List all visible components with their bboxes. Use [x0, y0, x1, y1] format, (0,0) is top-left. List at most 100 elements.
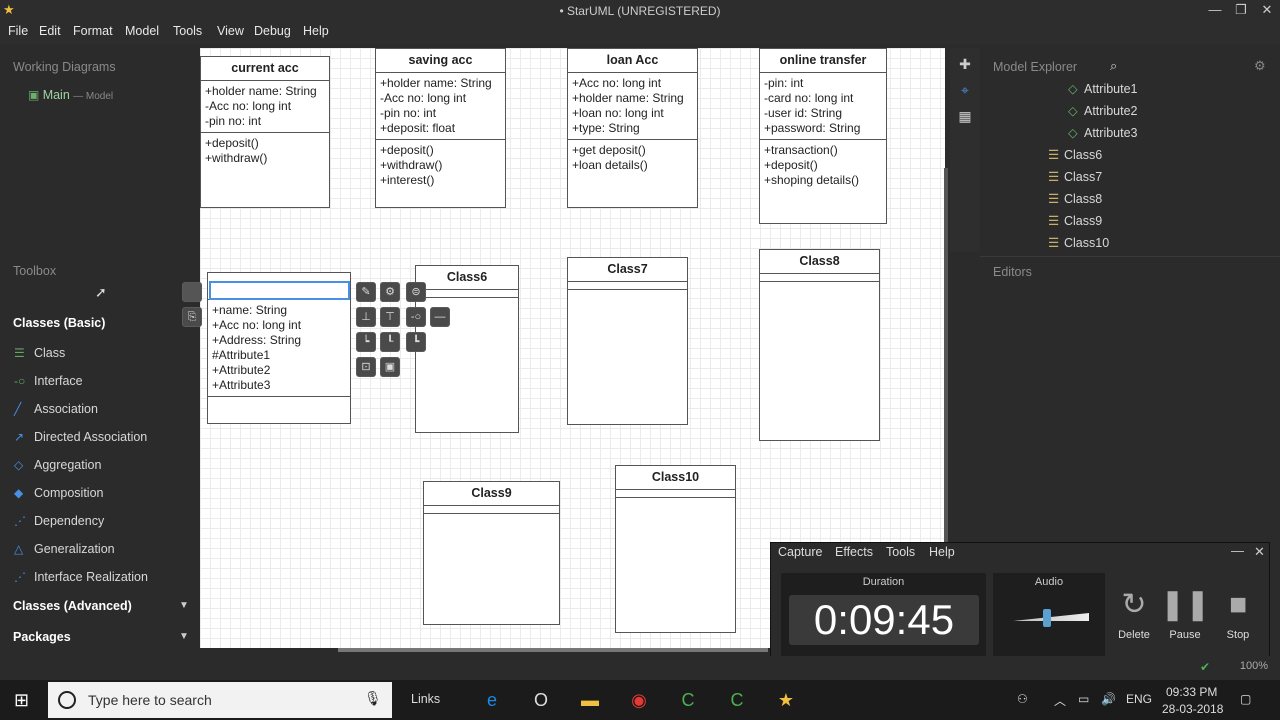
quick-edit-add-up-icon[interactable]: ⊥	[356, 307, 376, 327]
recorder-menu-capture[interactable]: Capture	[778, 545, 822, 559]
class-class6[interactable]: Class6	[415, 265, 519, 433]
quick-edit-blank-button[interactable]	[182, 282, 202, 302]
toolbox-item-dependency[interactable]: ⋰ Dependency	[14, 514, 104, 532]
tree-item-attribute3[interactable]: ◇ Attribute3	[1068, 125, 1138, 143]
maximize-button[interactable]: ❐	[1228, 2, 1254, 20]
pointer-tool-icon[interactable]: ➚	[95, 284, 107, 301]
tree-item-class6[interactable]: ☰ Class6	[1048, 147, 1102, 165]
toolbox-item-directed-association[interactable]: ↗ Directed Association	[14, 430, 147, 448]
toolbox-section-basic[interactable]: Classes (Basic)	[13, 316, 105, 330]
menu-edit[interactable]: Edit	[39, 24, 61, 38]
menu-view[interactable]: View	[217, 24, 244, 38]
tree-item-class8[interactable]: ☰ Class8	[1048, 191, 1102, 209]
recorder-menu-tools[interactable]: Tools	[886, 545, 915, 559]
tree-item-label: Class7	[1064, 170, 1103, 184]
quick-edit-gear-icon[interactable]: ⚙	[380, 282, 400, 302]
class-current-acc[interactable]: current acc +holder name: String -Acc no…	[200, 56, 330, 208]
tray-chevron-up-icon[interactable]: ︿	[1054, 692, 1066, 709]
class-class7[interactable]: Class7	[567, 257, 688, 425]
class-class8[interactable]: Class8	[759, 249, 880, 441]
diagram-item-main[interactable]: ▣ Main — Model	[28, 88, 168, 106]
toolbox-section-advanced[interactable]: Classes (Advanced)	[13, 599, 132, 613]
class-loan-acc[interactable]: loan Acc +Acc no: long int +holder name:…	[567, 48, 698, 208]
class-online-transfer[interactable]: online transfer -pin: int -card no: long…	[759, 48, 887, 224]
extensions-icon[interactable]: ✚	[956, 56, 974, 74]
quick-edit-add-down-icon[interactable]: ⊤	[380, 307, 400, 327]
volume-icon[interactable]: 🔊	[1101, 692, 1116, 706]
close-button[interactable]: ✕	[1254, 2, 1280, 20]
class-saving-acc[interactable]: saving acc +holder name: String -Acc no:…	[375, 48, 506, 208]
toolbox-item-interface-realization[interactable]: ⋰ Interface Realization	[14, 570, 148, 588]
toolbox-item-association[interactable]: ╱ Association	[14, 402, 98, 420]
tree-item-class10[interactable]: ☰ Class10	[1048, 235, 1109, 253]
layout-icon[interactable]: ▦	[956, 108, 974, 126]
chevron-down-icon[interactable]: ▼	[179, 631, 189, 642]
recorder-close-icon[interactable]: ✕	[1254, 544, 1265, 560]
navigator-icon[interactable]: ⌖	[956, 82, 974, 100]
audio-volume-thumb[interactable]	[1043, 609, 1052, 627]
delete-button[interactable]: ↻ Delete	[1109, 583, 1159, 641]
taskbar-search-box[interactable]: Type here to search 🎙	[48, 682, 392, 718]
quick-edit-copy-icon[interactable]: ⎘	[182, 307, 202, 327]
class-name-editor[interactable]	[209, 281, 350, 300]
toolbox-section-packages[interactable]: Packages	[13, 630, 71, 644]
clock-time[interactable]: 09:33 PM	[1166, 685, 1217, 699]
windows-start-icon[interactable]: ⊞	[14, 690, 34, 710]
class-operations: +transaction() +deposit() +shoping detai…	[760, 140, 886, 191]
tree-item-class9[interactable]: ☰ Class9	[1048, 213, 1102, 231]
tree-item-attribute2[interactable]: ◇ Attribute2	[1068, 103, 1138, 121]
canvas-vertical-scrollbar[interactable]	[944, 168, 948, 548]
recorder-menu-help[interactable]: Help	[929, 545, 955, 559]
toolbox-item-interface[interactable]: -○ Interface	[14, 374, 83, 392]
clock-date[interactable]: 28-03-2018	[1162, 702, 1223, 716]
pause-button[interactable]: ❚❚ Pause	[1160, 583, 1210, 641]
quick-edit-link-icon[interactable]: ⊜	[406, 282, 426, 302]
tree-item-attribute1[interactable]: ◇ Attribute1	[1068, 81, 1138, 99]
menu-tools[interactable]: Tools	[173, 24, 202, 38]
tree-item-class7[interactable]: ☰ Class7	[1048, 169, 1102, 187]
quick-edit-sub3-icon[interactable]: ┗	[406, 332, 426, 352]
camtasia-icon[interactable]: C	[674, 688, 702, 712]
quick-edit-box-icon[interactable]: ⊡	[356, 357, 376, 377]
chevron-down-icon[interactable]: ▼	[179, 600, 189, 611]
microphone-icon[interactable]: 🎙	[364, 690, 382, 707]
chrome-icon[interactable]: ◉	[625, 688, 653, 712]
quick-edit-association-icon[interactable]: —	[430, 307, 450, 327]
menu-help[interactable]: Help	[303, 24, 329, 38]
toolbox-item-generalization[interactable]: △ Generalization	[14, 542, 115, 560]
edge-icon[interactable]: e	[478, 688, 506, 712]
recorder-menu-effects[interactable]: Effects	[835, 545, 873, 559]
search-icon[interactable]: ⌕	[1110, 58, 1117, 74]
quick-edit-pencil-icon[interactable]: ✎	[356, 282, 376, 302]
quick-edit-interface-icon[interactable]: -○	[406, 307, 426, 327]
menu-debug[interactable]: Debug	[254, 24, 291, 38]
camtasia-recorder-icon[interactable]: C	[723, 688, 751, 712]
quick-edit-sub-icon[interactable]: ┕	[356, 332, 376, 352]
people-icon[interactable]: ⚇	[1017, 692, 1028, 706]
minimize-button[interactable]: —	[1202, 2, 1228, 20]
class-class10[interactable]: Class10	[615, 465, 736, 633]
recorder-minimize-icon[interactable]: —	[1231, 543, 1244, 558]
toolbox-item-label: Generalization	[34, 542, 115, 556]
toolbox-item-composition[interactable]: ◆ Composition	[14, 486, 103, 504]
language-indicator[interactable]: ENG	[1126, 692, 1152, 706]
staruml-taskbar-icon[interactable]: ★	[772, 688, 800, 712]
toolbox-item-aggregation[interactable]: ◇ Aggregation	[14, 458, 101, 476]
gear-icon[interactable]: ⚙	[1254, 58, 1266, 74]
quick-edit-frame-icon[interactable]: ▣	[380, 357, 400, 377]
links-toolbar[interactable]: Links	[411, 692, 440, 706]
stop-button[interactable]: ■ Stop	[1213, 583, 1263, 641]
class-name: current acc	[201, 57, 329, 81]
class-class9[interactable]: Class9	[423, 481, 560, 625]
audio-label: Audio	[1034, 576, 1064, 588]
menu-format[interactable]: Format	[73, 24, 113, 38]
file-explorer-icon[interactable]: ▬	[576, 688, 604, 712]
canvas-horizontal-scrollbar[interactable]	[338, 648, 768, 652]
network-icon[interactable]: ▭	[1078, 692, 1089, 706]
menu-model[interactable]: Model	[125, 24, 159, 38]
toolbox-item-class[interactable]: ☰ Class	[14, 346, 65, 364]
opera-icon[interactable]: O	[527, 688, 555, 712]
menu-file[interactable]: File	[8, 24, 28, 38]
notifications-icon[interactable]: ▢	[1240, 692, 1251, 706]
quick-edit-sub2-icon[interactable]: ┖	[380, 332, 400, 352]
